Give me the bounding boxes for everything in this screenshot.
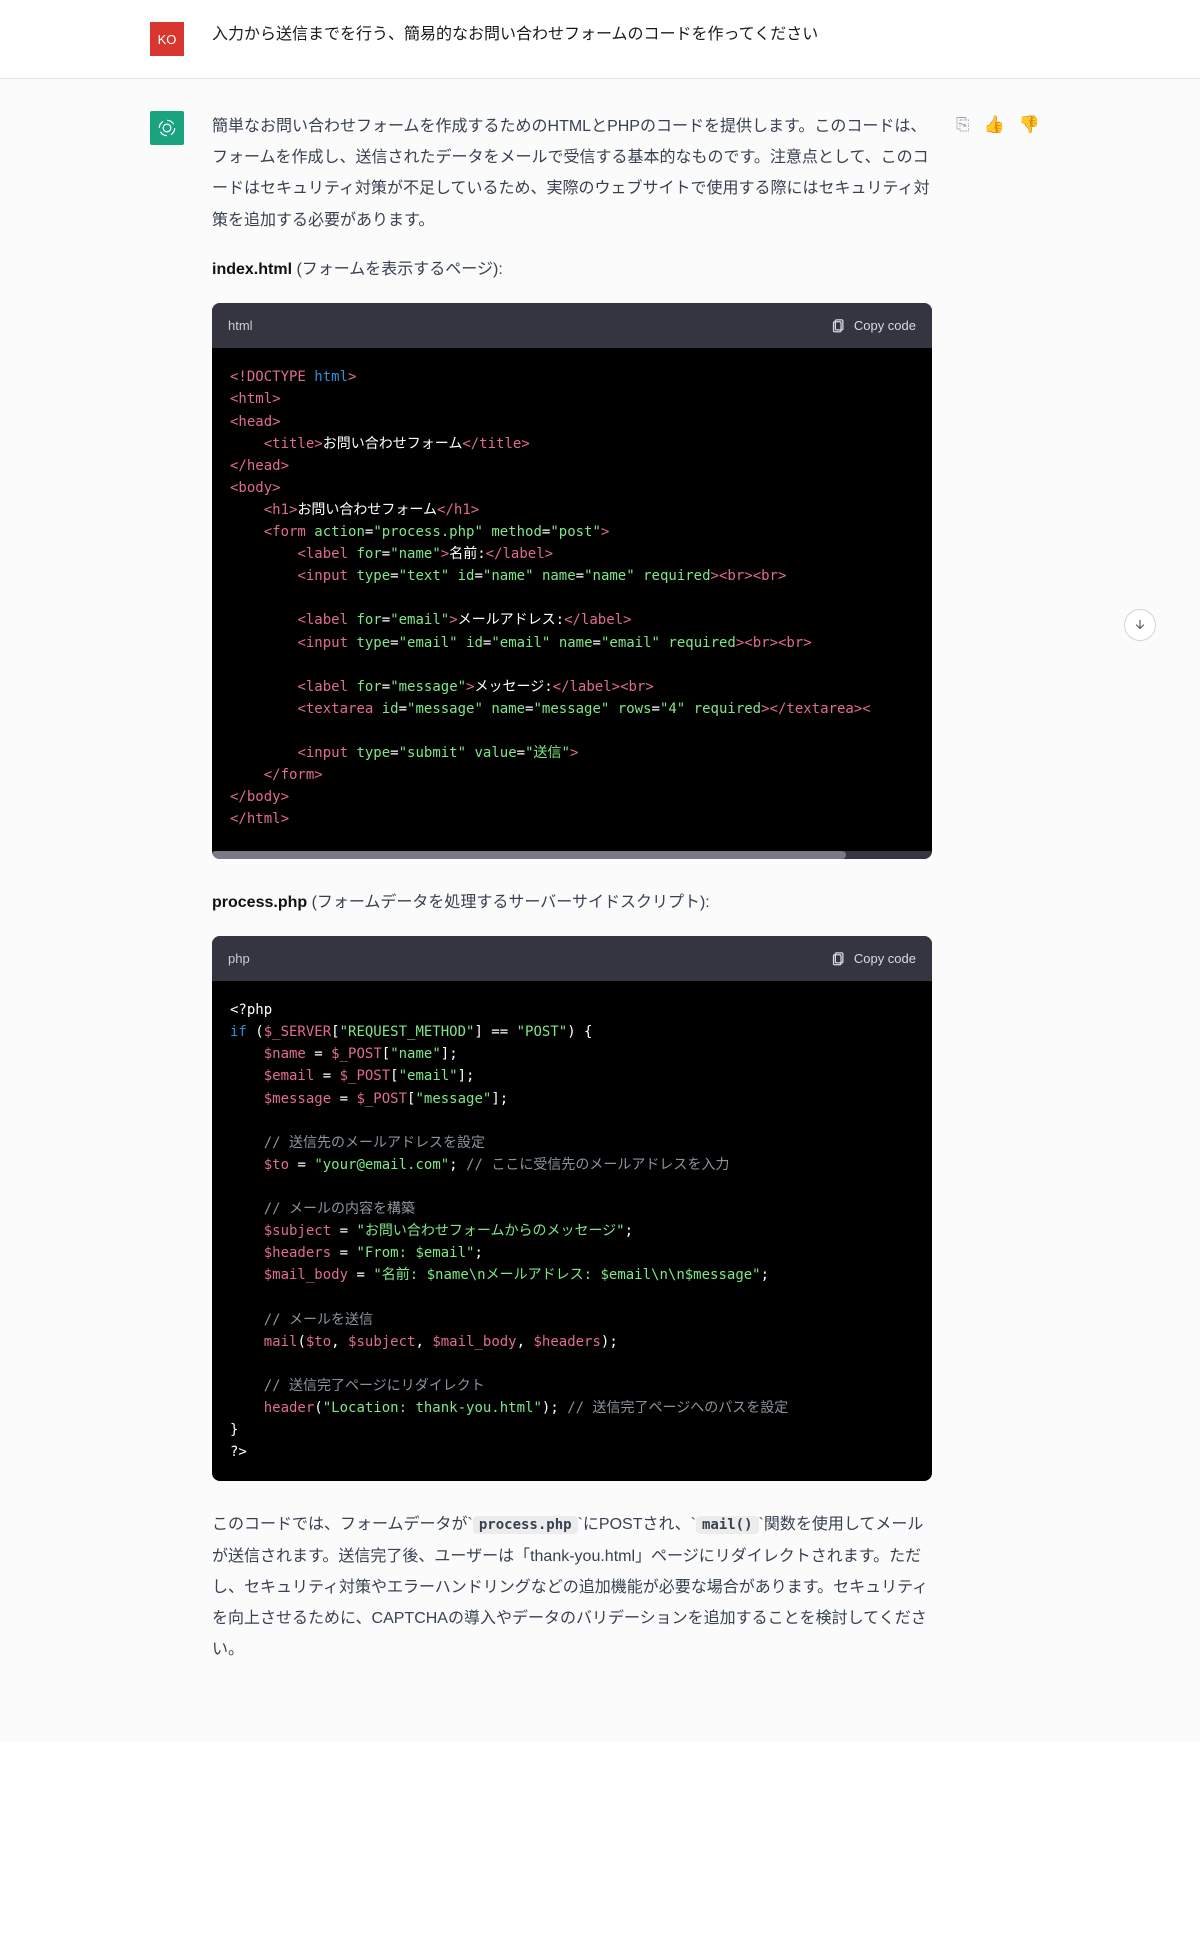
inline-code: mail() bbox=[696, 1516, 759, 1534]
file2-heading: process.php (フォームデータを処理するサーバーサイドスクリプト): bbox=[212, 887, 932, 918]
openai-logo-icon bbox=[156, 117, 178, 139]
arrow-down-icon bbox=[1133, 618, 1147, 632]
file1-heading: index.html (フォームを表示するページ): bbox=[212, 254, 932, 285]
copy-code-label: Copy code bbox=[854, 946, 916, 971]
copy-code-button[interactable]: Copy code bbox=[831, 313, 916, 338]
code-body-php: <?php if ($_SERVER["REQUEST_METHOD"] == … bbox=[212, 981, 932, 1481]
assistant-avatar bbox=[150, 111, 184, 145]
horizontal-scrollbar[interactable] bbox=[212, 851, 932, 859]
clipboard-icon bbox=[831, 318, 846, 333]
user-message-text: 入力から送信までを行う、簡易的なお問い合わせフォームのコードを作ってください bbox=[212, 22, 818, 48]
copy-code-label: Copy code bbox=[854, 313, 916, 338]
code-block-php: php Copy code <?php if ($_SERVER["REQUES… bbox=[212, 936, 932, 1482]
copy-icon[interactable]: ⎘ bbox=[956, 115, 970, 135]
thumbs-down-icon[interactable]: 👎 bbox=[1019, 115, 1040, 135]
inline-code: process.php bbox=[473, 1516, 578, 1534]
code-lang-label: php bbox=[228, 946, 250, 971]
code-block-html: html Copy code <!DOCTYPE html> <html> <h… bbox=[212, 303, 932, 859]
code-body-html: <!DOCTYPE html> <html> <head> <title>お問い… bbox=[212, 348, 932, 848]
assistant-area: 簡単なお問い合わせフォームを作成するためのHTMLとPHPのコードを提供します。… bbox=[0, 79, 1200, 1743]
assistant-content: 簡単なお問い合わせフォームを作成するためのHTMLとPHPのコードを提供します。… bbox=[212, 111, 932, 1683]
assistant-outro: このコードでは、フォームデータが`process.php`にPOSTされ、`ma… bbox=[212, 1509, 932, 1665]
copy-code-button[interactable]: Copy code bbox=[831, 946, 916, 971]
thumbs-up-icon[interactable]: 👍 bbox=[984, 115, 1005, 135]
scroll-down-button[interactable] bbox=[1124, 609, 1156, 641]
code-header: php Copy code bbox=[212, 936, 932, 981]
user-message-row: KO 入力から送信までを行う、簡易的なお問い合わせフォームのコードを作ってくださ… bbox=[0, 0, 1200, 79]
code-lang-label: html bbox=[228, 313, 253, 338]
user-avatar: KO bbox=[150, 22, 184, 56]
code-header: html Copy code bbox=[212, 303, 932, 348]
clipboard-icon bbox=[831, 951, 846, 966]
assistant-intro: 簡単なお問い合わせフォームを作成するためのHTMLとPHPのコードを提供します。… bbox=[212, 111, 932, 236]
message-actions: ⎘ 👍 👎 bbox=[956, 111, 1040, 135]
